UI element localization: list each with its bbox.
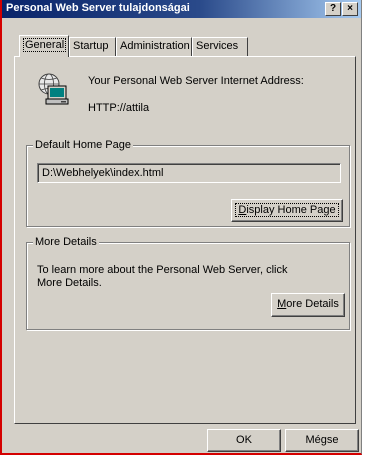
home-page-path-field: D:\Webhelyek\index.html (37, 163, 341, 183)
address-label: Your Personal Web Server Internet Addres… (88, 75, 304, 87)
display-home-page-label-post: isplay Home Page (246, 204, 336, 216)
more-details-group: More Details To learn more about the Per… (26, 236, 350, 330)
tab-administration-label: Administration (120, 40, 190, 52)
tab-startup[interactable]: Startup (69, 37, 116, 56)
display-home-page-button[interactable]: Display Home Page (231, 199, 343, 222)
window-title: Personal Web Server tulajdonságai (6, 2, 190, 14)
default-home-page-group: Default Home Page D:\Webhelyek\index.htm… (26, 139, 350, 227)
pws-server-icon (38, 73, 69, 105)
tab-services[interactable]: Services (192, 37, 248, 56)
tab-startup-label: Startup (73, 40, 109, 52)
more-details-label-post: ore Details (286, 298, 339, 310)
more-details-legend: More Details (33, 236, 99, 248)
help-button[interactable]: ? (325, 2, 341, 16)
more-details-button[interactable]: More Details (271, 293, 345, 317)
title-bar[interactable]: Personal Web Server tulajdonságai ? × (2, 0, 361, 18)
more-details-text-line1: To learn more about the Personal Web Ser… (37, 264, 288, 276)
cancel-button[interactable]: Mégse (285, 429, 359, 452)
more-details-text: To learn more about the Personal Web Ser… (37, 264, 337, 290)
tab-administration[interactable]: Administration (116, 37, 192, 56)
address-value: HTTP://attila (88, 102, 150, 114)
ok-button[interactable]: OK (207, 429, 281, 452)
default-home-page-legend: Default Home Page (33, 139, 133, 151)
display-home-page-label: Display Home Page (235, 203, 339, 217)
properties-dialog: Personal Web Server tulajdonságai ? × Ge… (0, 0, 362, 455)
tab-general-label: General (23, 38, 67, 52)
close-button[interactable]: × (342, 2, 358, 16)
tab-services-label: Services (196, 40, 239, 52)
tab-general[interactable]: General (19, 35, 69, 57)
more-details-text-line2: More Details. (37, 277, 102, 289)
more-details-label-accel: M (277, 298, 287, 310)
